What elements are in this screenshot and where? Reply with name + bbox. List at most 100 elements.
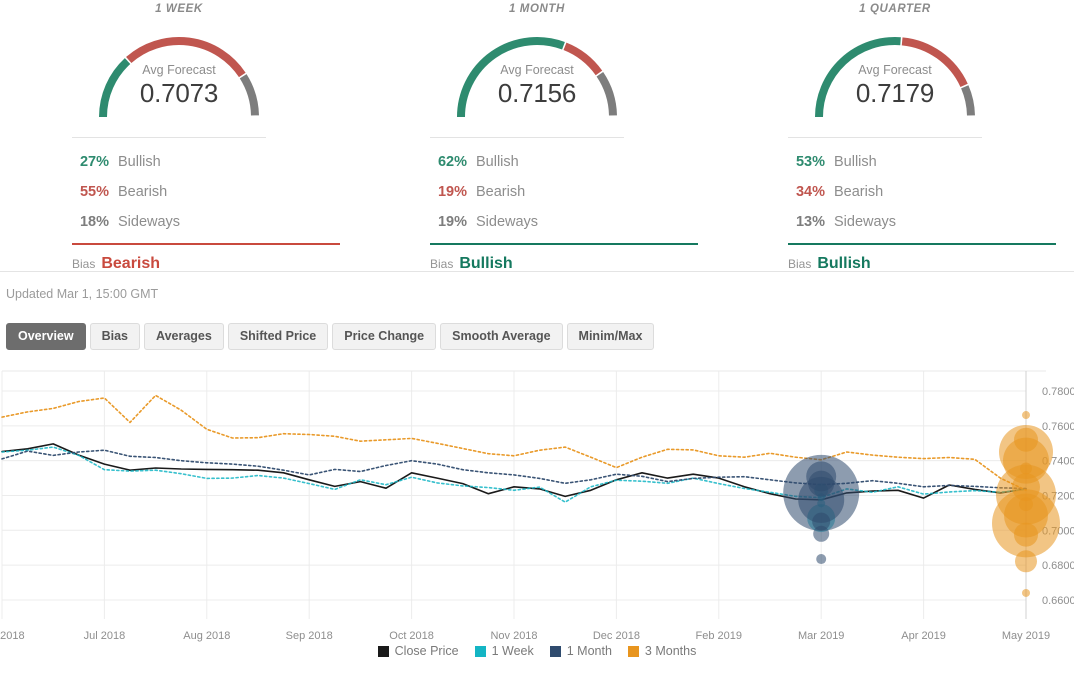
tab-smooth-average[interactable]: Smooth Average [440, 323, 562, 350]
y-axis-tick-label: 0.7600 [1042, 421, 1074, 433]
stat-percent: 13% [788, 207, 834, 237]
x-axis-tick-label: Feb 2019 [696, 630, 742, 642]
tab-shifted-price[interactable]: Shifted Price [228, 323, 328, 350]
bias-value: Bearish [101, 255, 160, 273]
legend-label: 1 Month [567, 644, 612, 658]
x-axis-tick-label: Oct 2018 [389, 630, 434, 642]
forecast-bubble[interactable] [816, 554, 826, 564]
x-axis-tick-label: Nov 2018 [490, 630, 537, 642]
tab-minim-max[interactable]: Minim/Max [567, 323, 655, 350]
forecast-bubble[interactable] [1022, 589, 1030, 597]
stat-label: Bearish [834, 177, 883, 207]
x-axis-tick-label: Mar 2019 [798, 630, 844, 642]
sentiment-stats: 27%Bullish55%Bearish18%Sideways [72, 138, 340, 237]
stat-row: 19%Bearish [430, 177, 698, 207]
panel-title: 1 MONTH [358, 3, 716, 15]
x-axis-tick-label: Jun 2018 [0, 630, 25, 642]
bias-label: Bias [788, 257, 817, 271]
gauge-label: Avg Forecast [447, 63, 627, 78]
stat-row: 53%Bullish [788, 147, 1056, 177]
forecast-bubble[interactable] [1015, 550, 1037, 572]
chart-canvas: 0.78000.76000.74000.72000.70000.68000.66… [0, 363, 1074, 648]
bias-row: BiasBullish [788, 245, 1056, 273]
bias-value: Bullish [459, 255, 512, 273]
forecast-bubble[interactable] [1022, 411, 1030, 419]
panel-title: 1 QUARTER [716, 3, 1074, 15]
stat-label: Bullish [476, 147, 519, 177]
x-axis-tick-label: Jul 2018 [84, 630, 126, 642]
legend-item[interactable]: 1 Month [550, 644, 612, 658]
x-axis-tick-label: Apr 2019 [901, 630, 946, 642]
stat-percent: 34% [788, 177, 834, 207]
legend-swatch-icon [378, 646, 389, 657]
stat-percent: 18% [72, 207, 118, 237]
gauge-label: Avg Forecast [89, 63, 269, 78]
bias-label: Bias [72, 257, 101, 271]
gauge-value: 0.7156 [447, 78, 627, 108]
tab-averages[interactable]: Averages [144, 323, 224, 350]
x-axis-tick-label: Aug 2018 [183, 630, 230, 642]
legend-label: Close Price [395, 644, 459, 658]
legend-label: 3 Months [645, 644, 696, 658]
forecast-gauge: Avg Forecast0.7073 [89, 21, 269, 125]
gauge-value: 0.7179 [805, 78, 985, 108]
stat-row: 34%Bearish [788, 177, 1056, 207]
legend-item[interactable]: Close Price [378, 644, 459, 658]
forecast-panels: 1 WEEKAvg Forecast0.707327%Bullish55%Bea… [0, 0, 1074, 272]
forecast-panel: 1 MONTHAvg Forecast0.715662%Bullish19%Be… [358, 0, 716, 271]
forecast-panel: 1 WEEKAvg Forecast0.707327%Bullish55%Bea… [0, 0, 358, 271]
stat-row: 55%Bearish [72, 177, 340, 207]
x-axis-tick-label: Dec 2018 [593, 630, 640, 642]
bias-value: Bullish [817, 255, 870, 273]
legend-swatch-icon [475, 646, 486, 657]
forecast-page: 1 WEEKAvg Forecast0.707327%Bullish55%Bea… [0, 0, 1074, 691]
stat-row: 13%Sideways [788, 207, 1056, 237]
stat-percent: 53% [788, 147, 834, 177]
tab-bias[interactable]: Bias [90, 323, 140, 350]
tab-overview[interactable]: Overview [6, 323, 86, 350]
y-axis-tick-label: 0.6600 [1042, 595, 1074, 607]
y-axis-tick-label: 0.6800 [1042, 560, 1074, 572]
stat-label: Sideways [834, 207, 896, 237]
stat-label: Bearish [118, 177, 167, 207]
legend-item[interactable]: 1 Week [475, 644, 534, 658]
stat-percent: 19% [430, 207, 476, 237]
stat-label: Sideways [118, 207, 180, 237]
stat-label: Sideways [476, 207, 538, 237]
legend-label: 1 Week [492, 644, 534, 658]
forecast-bubble[interactable] [813, 526, 829, 542]
y-axis-tick-label: 0.7800 [1042, 386, 1074, 398]
gauge-value: 0.7073 [89, 78, 269, 108]
bias-row: BiasBullish [430, 245, 698, 273]
stat-percent: 62% [430, 147, 476, 177]
gauge-label: Avg Forecast [805, 63, 985, 78]
x-axis-tick-label: Sep 2018 [286, 630, 333, 642]
stat-label: Bearish [476, 177, 525, 207]
stat-percent: 27% [72, 147, 118, 177]
tab-price-change[interactable]: Price Change [332, 323, 436, 350]
chart-tabs: OverviewBiasAveragesShifted PricePrice C… [0, 301, 1074, 350]
sentiment-stats: 62%Bullish19%Bearish19%Sideways [430, 138, 698, 237]
updated-timestamp: Updated Mar 1, 15:00 GMT [0, 272, 1074, 301]
chart-legend: Close Price 1 Week 1 Month 3 Months [0, 644, 1074, 658]
forecast-chart: 0.78000.76000.74000.72000.70000.68000.66… [0, 363, 1074, 663]
forecast-bubble[interactable] [1014, 523, 1038, 547]
x-axis-tick-label: May 2019 [1002, 630, 1050, 642]
panel-title: 1 WEEK [0, 3, 358, 15]
stat-row: 19%Sideways [430, 207, 698, 237]
legend-swatch-icon [550, 646, 561, 657]
stat-label: Bullish [834, 147, 877, 177]
legend-swatch-icon [628, 646, 639, 657]
stat-percent: 19% [430, 177, 476, 207]
stat-percent: 55% [72, 177, 118, 207]
forecast-gauge: Avg Forecast0.7156 [447, 21, 627, 125]
forecast-panel: 1 QUARTERAvg Forecast0.717953%Bullish34%… [716, 0, 1074, 271]
stat-row: 18%Sideways [72, 207, 340, 237]
legend-item[interactable]: 3 Months [628, 644, 696, 658]
stat-label: Bullish [118, 147, 161, 177]
bias-label: Bias [430, 257, 459, 271]
bias-row: BiasBearish [72, 245, 340, 273]
stat-row: 62%Bullish [430, 147, 698, 177]
stat-row: 27%Bullish [72, 147, 340, 177]
sentiment-stats: 53%Bullish34%Bearish13%Sideways [788, 138, 1056, 237]
